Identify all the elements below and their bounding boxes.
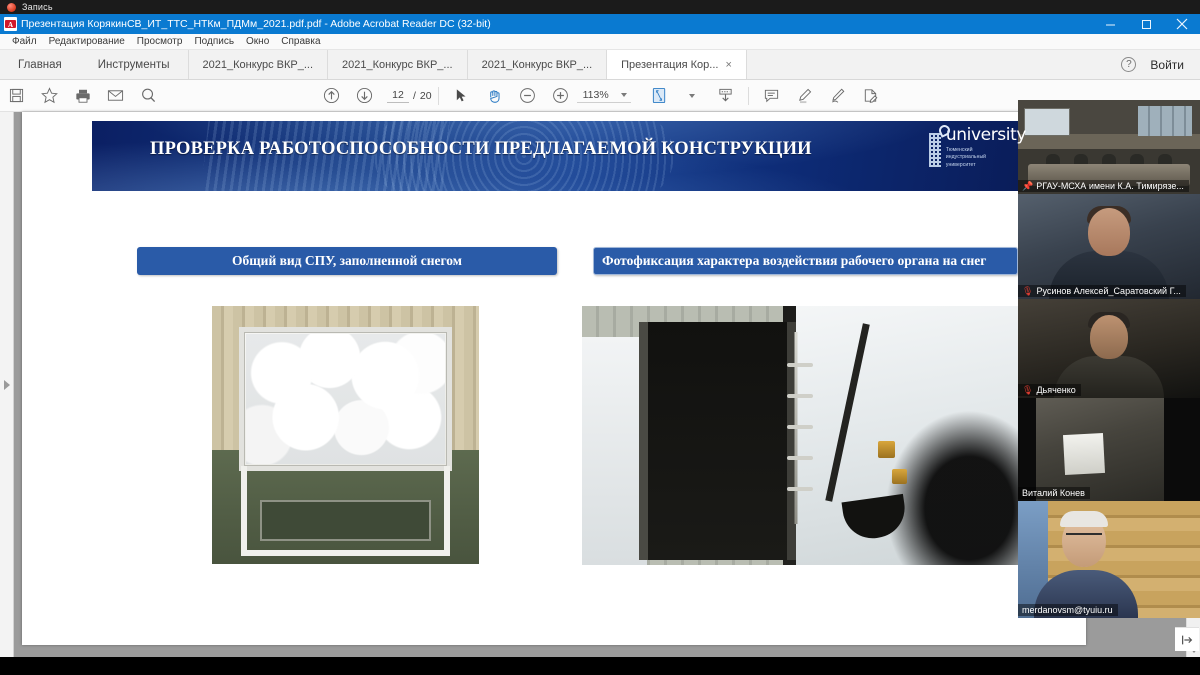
- zoom-level-value: 113%: [582, 88, 609, 101]
- email-icon[interactable]: [99, 80, 132, 112]
- logo-bars-icon: [928, 133, 941, 167]
- menu-item-help[interactable]: Справка: [275, 34, 326, 49]
- toolbar-fit-group: [643, 80, 742, 112]
- participant-tile-4[interactable]: Виталий Конев: [1018, 398, 1200, 501]
- participant-label: 📌 РГАУ-МСХА имени К.А. Тимирязе...: [1018, 180, 1189, 192]
- logo-subtitle: Тюменский индустриальный университет: [945, 147, 987, 168]
- mic-muted-icon: 🎙: [1022, 285, 1034, 296]
- tab-bar: Главная Инструменты 2021_Конкурс ВКР_...…: [0, 50, 1200, 80]
- document-tab-3[interactable]: 2021_Конкурс ВКР_...: [466, 50, 607, 79]
- logo-name: university: [945, 125, 1026, 145]
- participant-tile-3[interactable]: 🎙 Дьяченко: [1018, 299, 1200, 398]
- toolbar-divider: [437, 86, 439, 105]
- current-page-input[interactable]: 12: [387, 89, 409, 103]
- document-tab-label: Презентация Кор...: [621, 58, 719, 71]
- zoom-level-selector[interactable]: 113%: [576, 88, 631, 103]
- zoom-out-icon[interactable]: [511, 80, 544, 112]
- hand-icon[interactable]: [478, 80, 511, 112]
- participant-name: merdanovsm@tyuiu.ru: [1022, 605, 1113, 615]
- bottom-black-bar: [0, 657, 1200, 675]
- window-title: Презентация КорякинСВ_ИТ_ТТС_НТКм_ПДМм_2…: [21, 18, 491, 30]
- help-icon[interactable]: ?: [1121, 57, 1137, 72]
- close-button[interactable]: [1164, 14, 1200, 34]
- menu-item-file[interactable]: Файл: [6, 34, 43, 49]
- document-tab-label: 2021_Конкурс ВКР_...: [202, 58, 314, 71]
- acrobat-reader-window: Запись A Презентация КорякинСВ_ИТ_ТТС_НТ…: [0, 0, 1200, 675]
- pin-icon: 📌: [1022, 180, 1034, 191]
- signin-button[interactable]: Войти: [1150, 58, 1184, 72]
- sign-icon[interactable]: [854, 80, 887, 112]
- toolbar-divider: [747, 86, 749, 105]
- video-participants-panel: 📌 РГАУ-МСХА имени К.А. Тимирязе... 🎙 Рус…: [1018, 100, 1200, 618]
- caption-right: Фотофиксация характера воздействия рабоч…: [593, 247, 1018, 275]
- participant-label: 🎙 Дьяченко: [1018, 384, 1081, 396]
- document-tab-1[interactable]: 2021_Конкурс ВКР_...: [187, 50, 328, 79]
- print-icon[interactable]: [66, 80, 99, 112]
- arrow-up-circle-icon[interactable]: [315, 80, 348, 112]
- left-navigation-rail[interactable]: [0, 112, 14, 657]
- fit-page-icon[interactable]: [643, 80, 676, 112]
- recording-dot-icon: [7, 3, 16, 12]
- page-indicator: 12 / 20: [387, 89, 432, 103]
- participant-label: 🎙 Русинов Алексей_Саратовский Г...: [1018, 285, 1186, 297]
- toolbar-page-nav-group: 12 / 20: [315, 80, 432, 112]
- chevron-down-icon[interactable]: [676, 80, 709, 112]
- photo-snow-filled-unit: [212, 306, 479, 564]
- restore-button[interactable]: [1128, 14, 1164, 34]
- arrow-down-circle-icon[interactable]: [348, 80, 381, 112]
- tab-home[interactable]: Главная: [0, 50, 80, 79]
- participant-label: merdanovsm@tyuiu.ru: [1018, 604, 1118, 616]
- participant-tile-1[interactable]: 📌 РГАУ-МСХА имени К.А. Тимирязе...: [1018, 100, 1200, 194]
- mic-muted-icon: 🎙: [1022, 384, 1034, 395]
- toolbar-annotate-group: [755, 80, 887, 112]
- pdf-page: ПРОВЕРКА РАБОТОСПОСОБНОСТИ ПРЕДЛАГАЕМОЙ …: [22, 112, 1086, 645]
- menu-item-view[interactable]: Просмотр: [131, 34, 189, 49]
- toolbar-view-group: 113%: [445, 80, 631, 112]
- participant-name: Русинов Алексей_Саратовский Г...: [1036, 286, 1181, 296]
- chevron-down-icon[interactable]: [620, 92, 627, 97]
- draw-icon[interactable]: [821, 80, 854, 112]
- close-icon[interactable]: ×: [725, 59, 731, 71]
- right-panel-toggle-button[interactable]: [1175, 627, 1199, 651]
- menu-bar: Файл Редактирование Просмотр Подпись Окн…: [0, 34, 1200, 50]
- page-separator: /: [413, 89, 416, 102]
- recording-indicator-bar: Запись: [0, 0, 1200, 14]
- star-icon[interactable]: [33, 80, 66, 112]
- toolbar-file-group: [0, 80, 165, 112]
- window-title-bar: A Презентация КорякинСВ_ИТ_ТТС_НТКм_ПДМм…: [0, 14, 1200, 34]
- acrobat-app-icon: A: [4, 17, 17, 31]
- menu-item-sign[interactable]: Подпись: [188, 34, 240, 49]
- cursor-icon[interactable]: [445, 80, 478, 112]
- tab-bar-right-group: ? Войти: [1121, 50, 1200, 79]
- recording-label: Запись: [22, 2, 53, 12]
- menu-item-edit[interactable]: Редактирование: [43, 34, 131, 49]
- participant-tile-2[interactable]: 🎙 Русинов Алексей_Саратовский Г...: [1018, 194, 1200, 299]
- search-icon[interactable]: [132, 80, 165, 112]
- participant-name: РГАУ-МСХА имени К.А. Тимирязе...: [1036, 181, 1184, 191]
- participant-tile-5-speaking[interactable]: merdanovsm@tyuiu.ru: [1018, 501, 1200, 618]
- university-logo: university Тюменский индустриальный унив…: [928, 123, 1026, 169]
- participant-label: Виталий Конев: [1018, 487, 1090, 499]
- slide-title: ПРОВЕРКА РАБОТОСПОСОБНОСТИ ПРЕДЛАГАЕМОЙ …: [150, 139, 812, 159]
- document-tab-label: 2021_Конкурс ВКР_...: [481, 58, 593, 71]
- menu-item-window[interactable]: Окно: [240, 34, 275, 49]
- comment-icon[interactable]: [755, 80, 788, 112]
- download-icon[interactable]: [709, 80, 742, 112]
- total-pages: 20: [419, 89, 432, 102]
- zoom-in-icon[interactable]: [544, 80, 577, 112]
- minimize-button[interactable]: [1092, 14, 1128, 34]
- participant-name: Виталий Конев: [1022, 488, 1085, 498]
- window-controls: [1092, 14, 1200, 34]
- slide-header-banner: ПРОВЕРКА РАБОТОСПОСОБНОСТИ ПРЕДЛАГАЕМОЙ …: [92, 121, 1032, 191]
- participant-name: Дьяченко: [1036, 385, 1076, 395]
- caption-left: Общий вид СПУ, заполненной снегом: [137, 247, 557, 275]
- tab-tools[interactable]: Инструменты: [80, 50, 188, 79]
- document-tab-4-active[interactable]: Презентация Кор... ×: [606, 50, 747, 79]
- expand-panel-arrow-icon[interactable]: [4, 380, 10, 390]
- document-tab-label: 2021_Конкурс ВКР_...: [342, 58, 453, 71]
- document-tab-2[interactable]: 2021_Конкурс ВКР_...: [327, 50, 467, 79]
- photo-auger-action: [582, 306, 1018, 565]
- save-icon[interactable]: [0, 80, 33, 112]
- highlight-icon[interactable]: [788, 80, 821, 112]
